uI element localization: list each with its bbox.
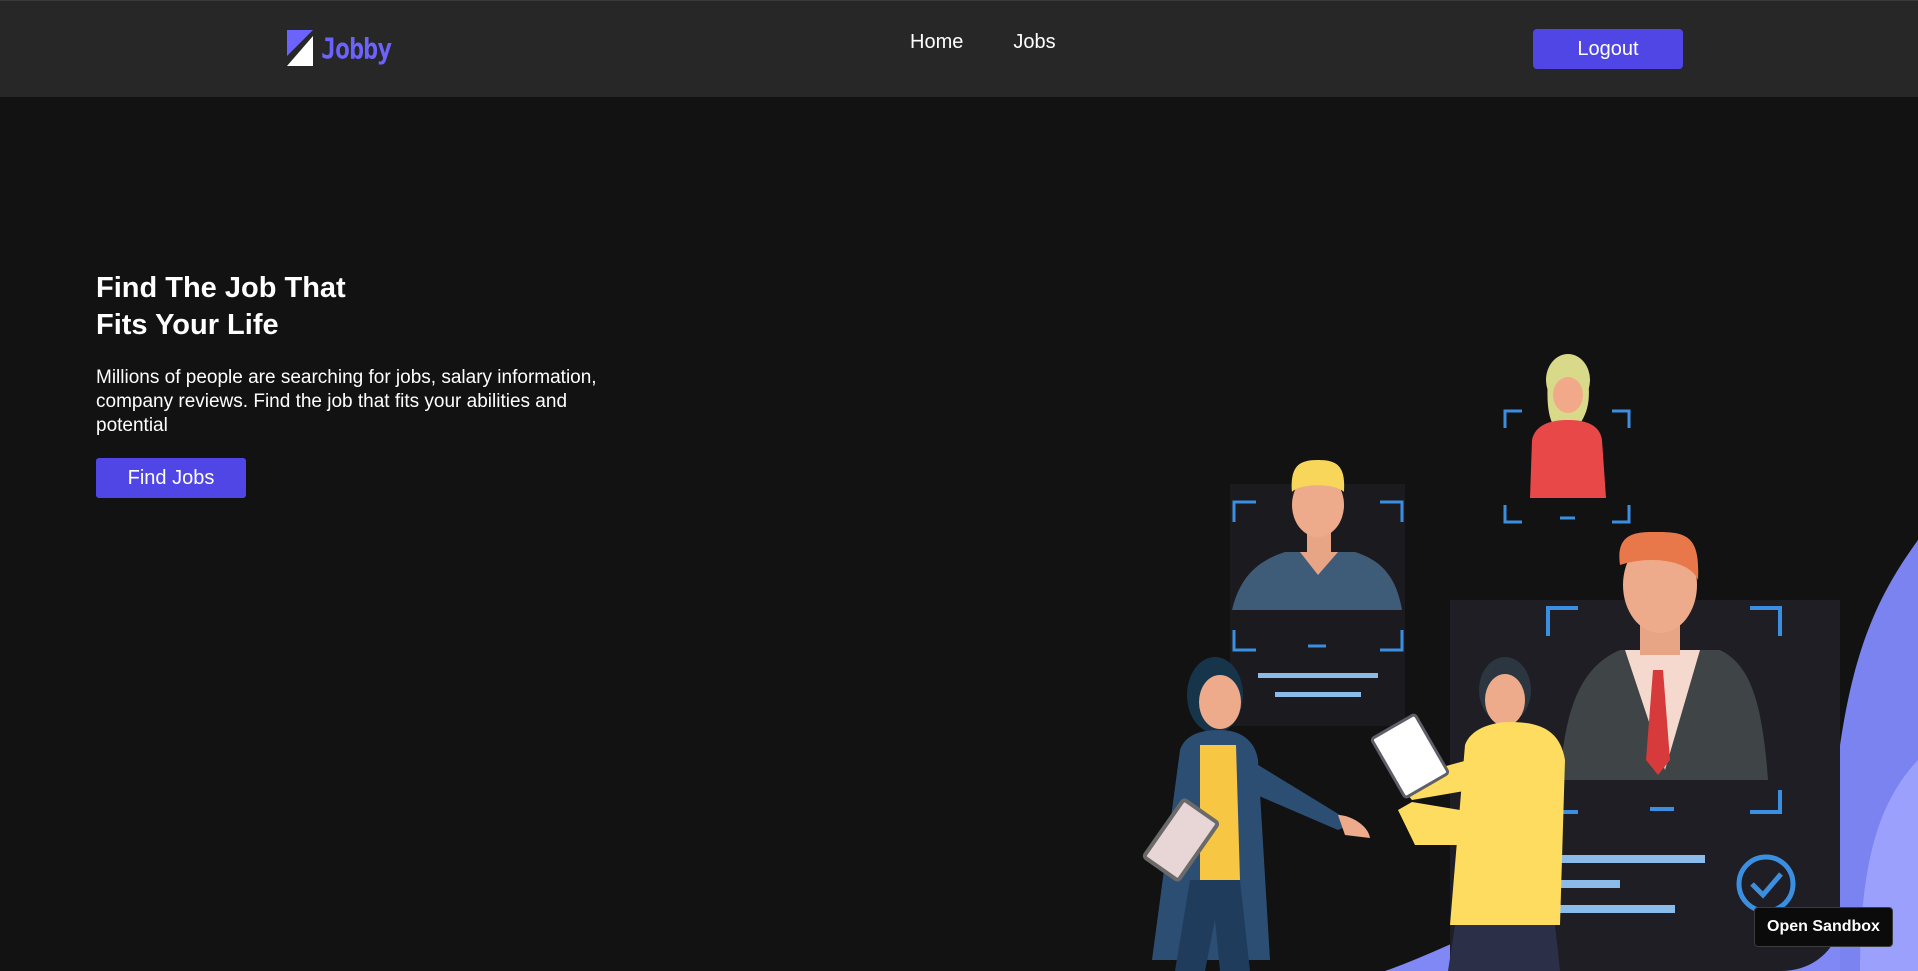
logout-button[interactable]: Logout xyxy=(1533,29,1683,69)
profile-card-man-blonde xyxy=(1230,460,1405,726)
hero-title-line1: Find The Job That xyxy=(96,272,346,304)
nav-link-jobs[interactable]: Jobs xyxy=(1013,31,1055,54)
hero-description: Millions of people are searching for job… xyxy=(96,367,597,436)
profile-card-woman xyxy=(1503,354,1631,524)
find-jobs-button[interactable]: Find Jobs xyxy=(96,458,246,498)
hiring-illustration xyxy=(1142,354,1918,971)
brand-logo[interactable]: Jobby xyxy=(287,30,392,66)
brand-name: Jobby xyxy=(321,31,392,65)
hero-title-line2: Fits Your Life xyxy=(96,309,279,341)
jobby-logo-icon xyxy=(287,30,313,66)
nav-link-home[interactable]: Home xyxy=(910,31,963,54)
hero-title: Find The Job That Fits Your Life xyxy=(96,270,436,344)
nav-links: Home Jobs xyxy=(910,31,1056,54)
open-sandbox-button[interactable]: Open Sandbox xyxy=(1754,907,1893,947)
navbar: Jobby Home Jobs Logout xyxy=(0,0,1918,97)
